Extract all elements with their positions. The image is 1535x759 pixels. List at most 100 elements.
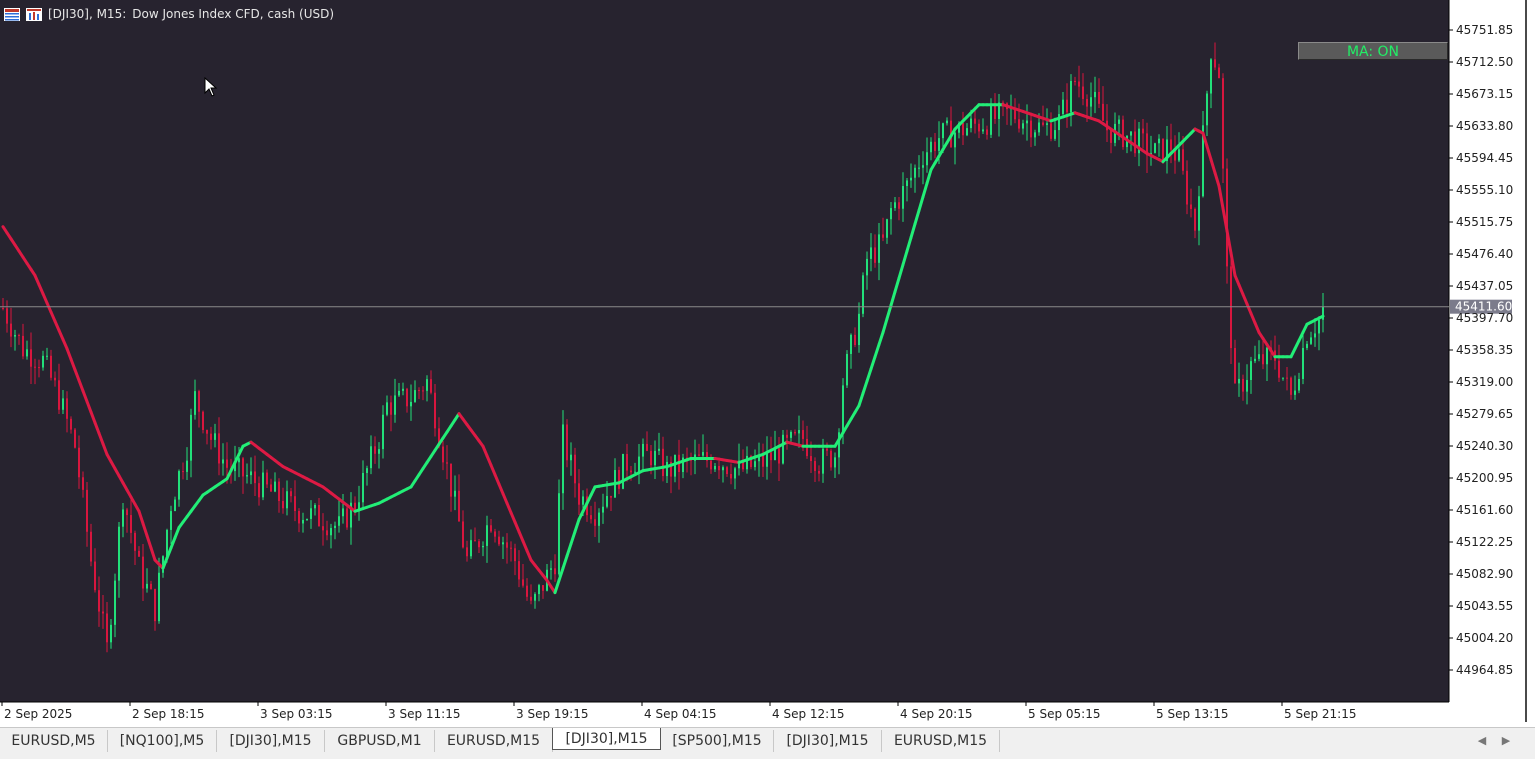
x-tick-label: 3 Sep 11:15: [388, 707, 460, 721]
candle-body: [214, 433, 216, 440]
ma-toggle-button[interactable]: MA: ON: [1298, 42, 1448, 60]
price-chart[interactable]: 45411.60 45751.8545712.5045673.1545633.8…: [0, 0, 1535, 727]
candle-body: [606, 496, 608, 507]
candle-body: [1230, 266, 1232, 349]
candle-body: [1238, 378, 1240, 384]
tab-sp500-m15[interactable]: [SP500],M15: [661, 730, 774, 752]
tab-dji30-m15-active[interactable]: [DJI30],M15: [552, 728, 661, 750]
candle-body: [1290, 377, 1292, 395]
candle-body: [402, 388, 404, 391]
candle-body: [934, 141, 936, 151]
candle-body: [158, 572, 160, 622]
x-tick-label: 4 Sep 12:15: [772, 707, 844, 721]
candle-body: [42, 355, 44, 368]
candle-body: [1278, 360, 1280, 378]
tab-eurusd-m15-2[interactable]: EURUSD,M15: [882, 730, 1000, 752]
candle-body: [590, 515, 592, 520]
tab-dji30-m15-2[interactable]: [DJI30],M15: [774, 730, 882, 752]
candle-body: [318, 505, 320, 527]
candle-body: [1162, 138, 1164, 161]
candle-body: [78, 447, 80, 478]
candle-body: [558, 493, 560, 575]
candle-body: [1102, 103, 1104, 121]
candle-body: [782, 434, 784, 464]
candle-body: [502, 542, 504, 545]
tab-dji30-m15[interactable]: [DJI30],M15: [217, 730, 325, 752]
candle-body: [870, 247, 872, 259]
candle-body: [754, 461, 756, 468]
tab-gbpusd-m1[interactable]: GBPUSD,M1: [325, 730, 435, 752]
candle-body: [482, 545, 484, 548]
candle-body: [582, 496, 584, 505]
y-tick-label: 44964.85: [1456, 663, 1513, 677]
candle-body: [594, 519, 596, 526]
candle-body: [46, 355, 48, 357]
candle-body: [294, 496, 296, 512]
chevron-left-icon[interactable]: ◀: [1474, 730, 1490, 752]
candle-body: [1194, 208, 1196, 231]
candle-body: [794, 431, 796, 434]
candle-body: [566, 424, 568, 461]
candle-body: [570, 454, 572, 461]
tab-eurusd-m5[interactable]: EURUSD,M5: [0, 730, 108, 752]
candle-body: [486, 525, 488, 546]
candle-body: [170, 511, 172, 530]
candle-body: [1082, 86, 1084, 99]
tab-nq100-m5[interactable]: [NQ100],M5: [108, 730, 217, 752]
candle-body: [658, 448, 660, 451]
candle-body: [38, 367, 40, 369]
candle-body: [922, 165, 924, 168]
candle-body: [470, 540, 472, 557]
candle-body: [654, 450, 656, 466]
candle-body: [98, 590, 100, 612]
candle-body: [634, 471, 636, 473]
candle-body: [1074, 80, 1076, 82]
candle-body: [886, 219, 888, 238]
candle-body: [366, 468, 368, 473]
candle-body: [1218, 67, 1220, 79]
y-tick-label: 45043.55: [1456, 599, 1513, 613]
candle-body: [426, 379, 428, 391]
candle-body: [326, 530, 328, 536]
x-tick-label: 5 Sep 05:15: [1028, 707, 1100, 721]
candle-body: [1186, 170, 1188, 205]
candle-body: [818, 470, 820, 474]
candle-body: [70, 418, 72, 430]
candle-body: [466, 547, 468, 557]
price-axis: 45751.85 45712.50 45673.15 45633.80 45594.45…: [1449, 23, 1513, 677]
y-tick-label: 45673.15: [1456, 87, 1513, 101]
candle-body: [562, 424, 564, 494]
candle-body: [1062, 99, 1064, 115]
candle-body: [1158, 138, 1160, 144]
candle-body: [602, 506, 604, 513]
candle-body: [54, 377, 56, 381]
x-tick-label: 2 Sep 18:15: [132, 707, 204, 721]
candle-body: [394, 395, 396, 415]
candle-body: [1046, 123, 1048, 125]
chart-list-icon[interactable]: [4, 7, 20, 21]
candle-body: [834, 457, 836, 468]
tab-eurusd-m15[interactable]: EURUSD,M15: [435, 730, 553, 752]
candle-body: [174, 499, 176, 512]
candle-body: [254, 471, 256, 484]
candle-body: [286, 491, 288, 509]
candle-body: [518, 561, 520, 580]
candle-body: [182, 471, 184, 473]
candle-body: [490, 525, 492, 532]
x-tick-label: 5 Sep 13:15: [1156, 707, 1228, 721]
candle-body: [422, 390, 424, 392]
candle-body: [766, 452, 768, 467]
chevron-right-icon[interactable]: ▶: [1498, 730, 1514, 752]
candle-body: [946, 120, 948, 124]
candle-body: [146, 583, 148, 589]
chart-window-icon[interactable]: [26, 7, 42, 21]
candle-body: [994, 106, 996, 119]
candle-body: [250, 471, 252, 476]
candle-body: [106, 613, 108, 643]
candle-body: [1294, 390, 1296, 395]
y-tick-label: 45358.35: [1456, 343, 1513, 357]
candle-body: [114, 580, 116, 625]
candle-body: [226, 459, 228, 468]
candle-body: [454, 490, 456, 497]
candle-body: [58, 380, 60, 410]
